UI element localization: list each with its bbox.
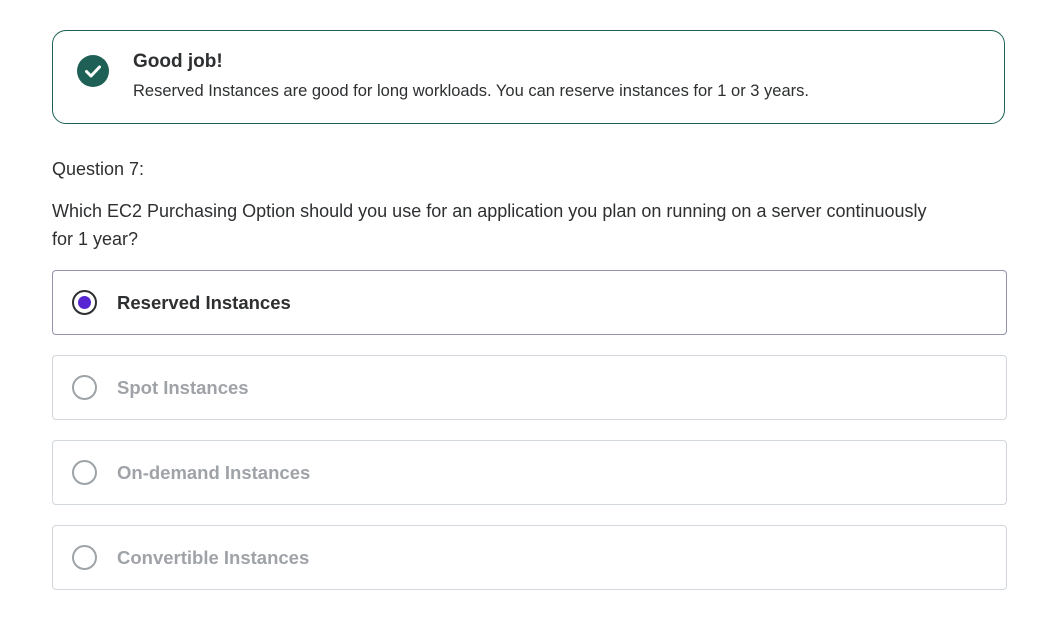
answer-option[interactable]: On-demand Instances [52, 440, 1007, 505]
answer-option-label: Spot Instances [117, 377, 249, 398]
question-number: Question 7: [52, 159, 145, 179]
answer-option-label: Reserved Instances [117, 292, 291, 313]
answer-option[interactable]: Convertible Instances [52, 525, 1007, 590]
answer-option[interactable]: Spot Instances [52, 355, 1007, 420]
radio-button[interactable] [72, 375, 97, 400]
feedback-banner: Good job! Reserved Instances are good fo… [52, 30, 1005, 124]
check-circle-icon [77, 55, 109, 87]
quiz-page: Good job! Reserved Instances are good fo… [0, 0, 1054, 622]
radio-dot-icon [78, 296, 91, 309]
answer-option[interactable]: Reserved Instances [52, 270, 1007, 335]
question-text: Which EC2 Purchasing Option should you u… [52, 201, 927, 249]
feedback-message: Reserved Instances are good for long wor… [133, 82, 809, 100]
radio-button[interactable] [72, 460, 97, 485]
answer-option-label: On-demand Instances [117, 462, 311, 483]
answer-option-label: Convertible Instances [117, 547, 310, 568]
radio-button[interactable] [72, 545, 97, 570]
radio-button-selected[interactable] [72, 290, 97, 315]
feedback-title: Good job! [133, 51, 223, 72]
